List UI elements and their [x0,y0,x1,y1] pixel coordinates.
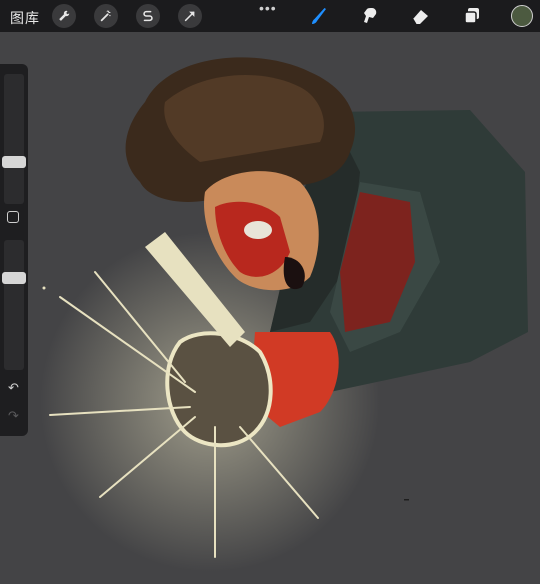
modify-button[interactable] [7,211,19,223]
layers-icon[interactable] [460,4,484,28]
opacity-handle[interactable] [2,272,26,284]
magic-wand-icon[interactable] [94,4,118,28]
side-panel: ↶ ↷ [0,64,28,436]
color-swatch[interactable] [511,5,533,27]
smudge-icon[interactable] [358,4,382,28]
wrench-icon[interactable] [52,4,76,28]
undo-button[interactable]: ↶ [8,380,19,396]
top-toolbar: 图库 ••• [0,0,540,32]
more-options-button[interactable]: ••• [259,0,277,16]
opacity-slider[interactable] [4,240,24,370]
brush-icon[interactable] [307,4,331,28]
redo-button[interactable]: ↷ [8,408,19,424]
eraser-icon[interactable] [409,4,433,28]
brush-size-handle[interactable] [2,156,26,168]
transform-arrow-icon[interactable] [178,4,202,28]
brush-size-slider[interactable] [4,74,24,204]
artwork [40,57,528,572]
selection-icon[interactable] [136,4,160,28]
gallery-button[interactable]: 图库 [10,8,40,28]
drawing-canvas[interactable] [0,32,540,584]
